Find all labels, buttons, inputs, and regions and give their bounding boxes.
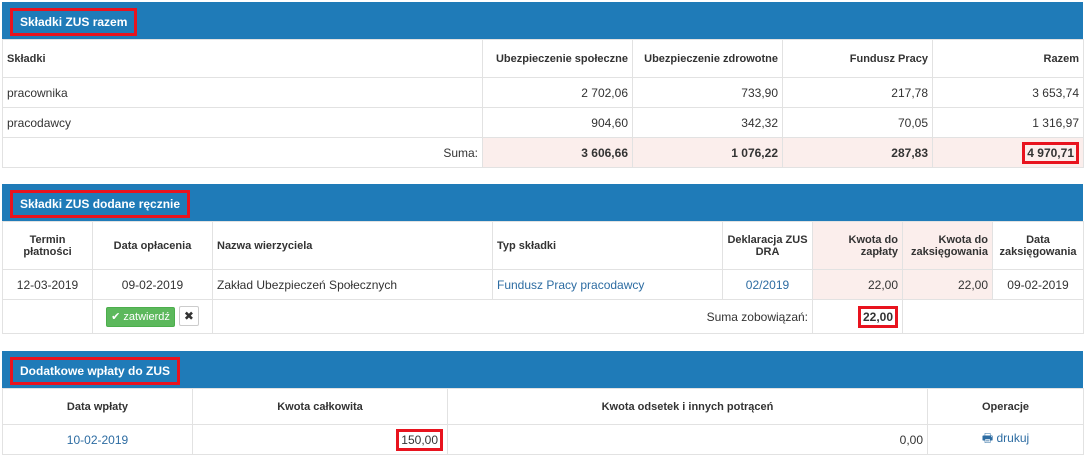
col-header-social: Ubezpieczenie społeczne (482, 39, 633, 78)
table-row: pracownika 2 702,06 733,90 217,78 3 653,… (2, 77, 1084, 108)
empty-cell (2, 299, 93, 334)
cell-label: pracodawcy (2, 107, 483, 138)
col-header-fp: Fundusz Pracy (782, 39, 933, 78)
cell-due-date: 12-03-2019 (2, 269, 93, 300)
sum-total: 4 970,71 (1022, 141, 1079, 164)
delete-button[interactable]: ✖ (178, 306, 199, 326)
sum-value: 22,00 (857, 305, 898, 328)
table-row: 12-03-2019 09-02-2019 Zakład Ubezpieczeń… (2, 269, 1084, 300)
zus-extra-table: Data wpłaty Kwota całkowita Kwota odsete… (2, 388, 1084, 455)
sum-total-cell: 4 970,71 (932, 137, 1084, 168)
col-header-type: Typ składki (492, 221, 723, 270)
section-zus-extra: Dodatkowe wpłaty do ZUS Data wpłaty Kwot… (2, 351, 1084, 455)
section-header-bar: Składki ZUS dodane ręcznie (2, 184, 1083, 221)
pay-date-link[interactable]: 10-02-2019 (2, 424, 193, 455)
confirm-button[interactable]: ✔ zatwierdź (106, 307, 175, 327)
section-header-bar: Składki ZUS razem (2, 2, 1083, 39)
sum-label: Suma zobowiązań: (212, 299, 813, 334)
cell-paid-date: 09-02-2019 (92, 269, 213, 300)
col-header-due-date: Termin płatności (2, 221, 93, 270)
col-header-book-date: Data zaksięgowania (992, 221, 1084, 270)
printer-icon: 🖶 (981, 431, 994, 445)
col-header-paid-date: Data opłacenia (92, 221, 213, 270)
col-header-operations: Operacje (927, 388, 1084, 425)
contribution-type-link[interactable]: Fundusz Pracy pracodawcy (492, 269, 723, 300)
sum-label: Suma: (2, 137, 483, 168)
section-zus-manual: Składki ZUS dodane ręcznie Termin płatno… (2, 184, 1084, 334)
sum-social: 3 606,66 (482, 137, 633, 168)
sum-value-cell: 22,00 (812, 299, 903, 334)
cell-value: 733,90 (632, 77, 783, 108)
print-label: drukuj (996, 431, 1030, 445)
cell-value: 1 316,97 (932, 107, 1084, 138)
cell-value: 342,32 (632, 107, 783, 138)
section-title: Składki ZUS razem (10, 8, 138, 36)
col-header-creditor: Nazwa wierzyciela (212, 221, 493, 270)
col-header-interest: Kwota odsetek i innych potrąceń (447, 388, 928, 425)
col-header-amount-book: Kwota do zaksięgowania (902, 221, 993, 270)
col-header-health: Ubezpieczenie zdrowotne (632, 39, 783, 78)
cell-book-date: 09-02-2019 (992, 269, 1084, 300)
operations-cell: 🖶 drukuj (927, 424, 1084, 455)
cell-creditor: Zakład Ubezpieczeń Społecznych (212, 269, 493, 300)
section-zus-total: Składki ZUS razem Składki Ubezpieczenie … (2, 2, 1084, 168)
cell-amount-book: 22,00 (902, 269, 993, 300)
col-header-amount-due: Kwota do zapłaty (812, 221, 903, 270)
table-header-row: Składki Ubezpieczenie społeczne Ubezpiec… (2, 39, 1084, 78)
sum-row: Suma: 3 606,66 1 076,22 287,83 4 970,71 (2, 137, 1084, 168)
total-amount: 150,00 (396, 428, 443, 451)
interest-amount: 0,00 (447, 424, 928, 455)
col-header-skladki: Składki (2, 39, 483, 78)
sum-health: 1 076,22 (632, 137, 783, 168)
zus-total-table: Składki Ubezpieczenie społeczne Ubezpiec… (2, 39, 1084, 168)
col-header-pay-date: Data wpłaty (2, 388, 193, 425)
total-cell: 150,00 (192, 424, 448, 455)
sum-row: ✔ zatwierdź ✖ Suma zobowiązań: 22,00 (2, 299, 1084, 334)
zus-manual-table: Termin płatności Data opłacenia Nazwa wi… (2, 221, 1084, 334)
actions-cell: ✔ zatwierdź ✖ (92, 299, 213, 334)
declaration-link[interactable]: 02/2019 (722, 269, 813, 300)
empty-cell (902, 299, 1084, 334)
confirm-label: zatwierdź (123, 311, 170, 323)
cell-label: pracownika (2, 77, 483, 108)
sum-fp: 287,83 (782, 137, 933, 168)
cell-value: 217,78 (782, 77, 933, 108)
table-row: pracodawcy 904,60 342,32 70,05 1 316,97 (2, 107, 1084, 138)
section-title: Dodatkowe wpłaty do ZUS (10, 357, 181, 385)
cell-value: 70,05 (782, 107, 933, 138)
cell-value: 3 653,74 (932, 77, 1084, 108)
cell-value: 2 702,06 (482, 77, 633, 108)
col-header-declaration: Deklaracja ZUS DRA (722, 221, 813, 270)
check-icon: ✔ (111, 311, 121, 323)
cell-amount-due: 22,00 (812, 269, 903, 300)
col-header-total: Razem (932, 39, 1084, 78)
section-title: Składki ZUS dodane ręcznie (10, 190, 191, 218)
section-header-bar: Dodatkowe wpłaty do ZUS (2, 351, 1083, 388)
table-header-row: Data wpłaty Kwota całkowita Kwota odsete… (2, 388, 1084, 425)
col-header-total: Kwota całkowita (192, 388, 448, 425)
table-row: 10-02-2019 150,00 0,00 🖶 drukuj (2, 424, 1084, 455)
cell-value: 904,60 (482, 107, 633, 138)
print-link[interactable]: 🖶 drukuj (982, 431, 1029, 445)
table-header-row: Termin płatności Data opłacenia Nazwa wi… (2, 221, 1084, 270)
